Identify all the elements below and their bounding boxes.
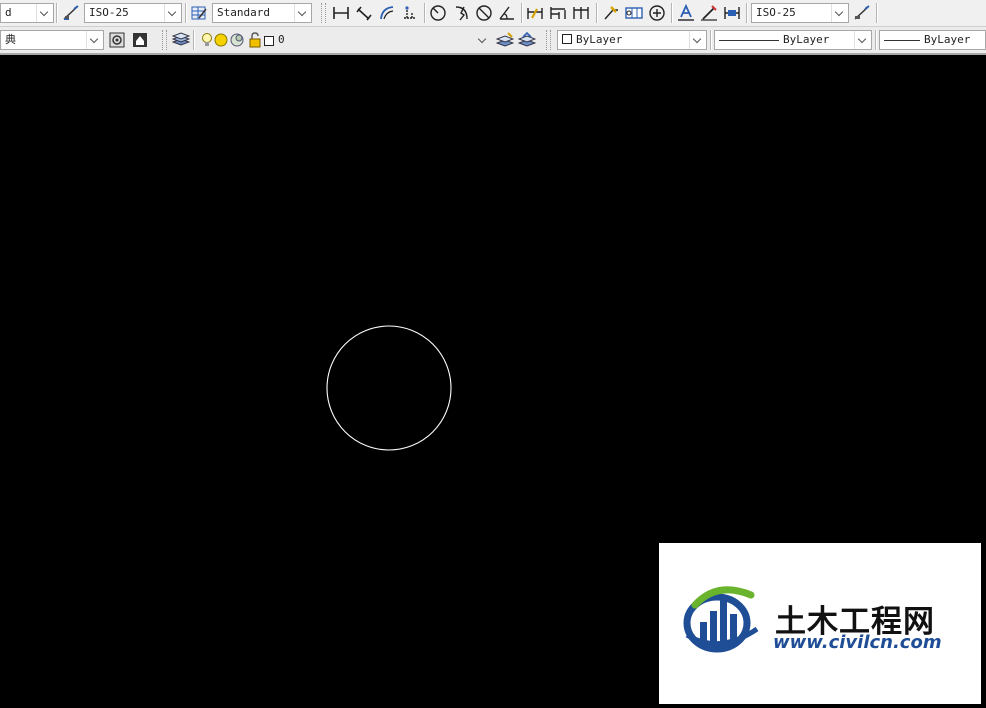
mleader-style-value: ISO-25 [756, 6, 796, 19]
text-style-combo[interactable]: d [0, 3, 54, 23]
site-watermark: 土木工程网 www.civilcn.com [659, 543, 981, 704]
lightbulb-on-icon[interactable] [198, 31, 212, 49]
toolbar-separator [193, 30, 195, 50]
toolbar-separator [710, 30, 712, 50]
linetype-preview [719, 40, 779, 41]
arc-length-icon[interactable] [378, 4, 396, 22]
quick-leader-icon[interactable] [602, 4, 620, 22]
ordinate-dimension-icon[interactable] [401, 4, 419, 22]
diameter-dimension-icon[interactable] [475, 4, 493, 22]
chevron-down-icon[interactable] [164, 4, 181, 22]
radius-dimension-icon[interactable] [429, 4, 447, 22]
chevron-down-icon[interactable] [294, 4, 311, 22]
tolerance-icon[interactable] [625, 4, 643, 22]
dim-style-value: ISO-25 [89, 6, 129, 19]
toolbar-separator [876, 3, 878, 23]
text-style-value: d [5, 6, 12, 19]
continue-dimension-icon[interactable] [572, 4, 590, 22]
chevron-down-icon[interactable] [854, 31, 871, 49]
lineweight-preview [884, 40, 920, 41]
dimension-style-manager-icon[interactable] [853, 4, 871, 22]
toolbar-separator [875, 30, 877, 50]
watermark-url: www.civilcn.com [773, 632, 942, 653]
center-mark-icon[interactable] [648, 4, 666, 22]
chevron-down-icon[interactable] [475, 31, 491, 49]
layer-combo[interactable] [260, 30, 492, 50]
mleader-style-combo[interactable]: ISO-25 [751, 3, 849, 23]
chevron-down-icon[interactable] [86, 31, 103, 49]
toolbar-separator [521, 3, 523, 23]
toolbar-separator [424, 3, 426, 23]
workspace-settings-icon[interactable] [108, 31, 126, 49]
linetype-combo[interactable]: ByLayer [714, 30, 872, 50]
toolbar-grip[interactable] [546, 30, 551, 50]
table-style-combo[interactable]: Standard [212, 3, 312, 23]
aligned-dimension-icon[interactable] [355, 4, 373, 22]
layer-properties-icon[interactable] [172, 31, 190, 49]
baseline-dimension-icon[interactable] [549, 4, 567, 22]
toolbar-separator [671, 3, 673, 23]
dimension-style-icon[interactable] [62, 4, 80, 22]
toolbar-separator [746, 3, 748, 23]
make-object-layer-current-icon[interactable] [496, 31, 514, 49]
dimension-edit-icon[interactable] [677, 4, 695, 22]
quick-dimension-icon[interactable] [526, 4, 544, 22]
toolbar-row-2: 典 0 ByLayer ByLayer ByLayer [0, 27, 986, 55]
toolbar-grip[interactable] [162, 30, 167, 50]
table-style-icon[interactable] [190, 4, 208, 22]
linear-dimension-icon[interactable] [332, 4, 350, 22]
color-combo[interactable]: ByLayer [557, 30, 707, 50]
toolbar-row-1: d ISO-25 Standard ISO-25 [0, 0, 986, 27]
workspace-combo[interactable]: 典 [0, 30, 104, 50]
table-style-value: Standard [217, 6, 270, 19]
workspace-value: 典 [5, 33, 16, 46]
dim-style-combo[interactable]: ISO-25 [84, 3, 182, 23]
dimension-update-icon[interactable] [723, 4, 741, 22]
lineweight-combo[interactable]: ByLayer [879, 30, 986, 50]
chevron-down-icon[interactable] [831, 4, 848, 22]
jogged-dimension-icon[interactable] [452, 4, 470, 22]
toolbar-separator [185, 3, 187, 23]
chevron-down-icon[interactable] [689, 31, 706, 49]
layer-previous-icon[interactable] [518, 31, 536, 49]
circle-entity[interactable] [326, 325, 452, 451]
viewport-freeze-icon[interactable] [228, 31, 244, 49]
dimension-text-edit-icon[interactable] [700, 4, 718, 22]
color-swatch [562, 34, 572, 44]
angular-dimension-icon[interactable] [498, 4, 516, 22]
color-value: ByLayer [576, 33, 623, 46]
chevron-down-icon[interactable] [36, 4, 53, 22]
sun-thaw-icon[interactable] [212, 31, 228, 49]
lineweight-value: ByLayer [924, 33, 971, 46]
toolbar-separator [596, 3, 598, 23]
save-workspace-icon[interactable] [131, 31, 149, 49]
toolbar-grip[interactable] [321, 3, 326, 23]
linetype-value: ByLayer [783, 33, 830, 46]
toolbar-separator [56, 3, 58, 23]
